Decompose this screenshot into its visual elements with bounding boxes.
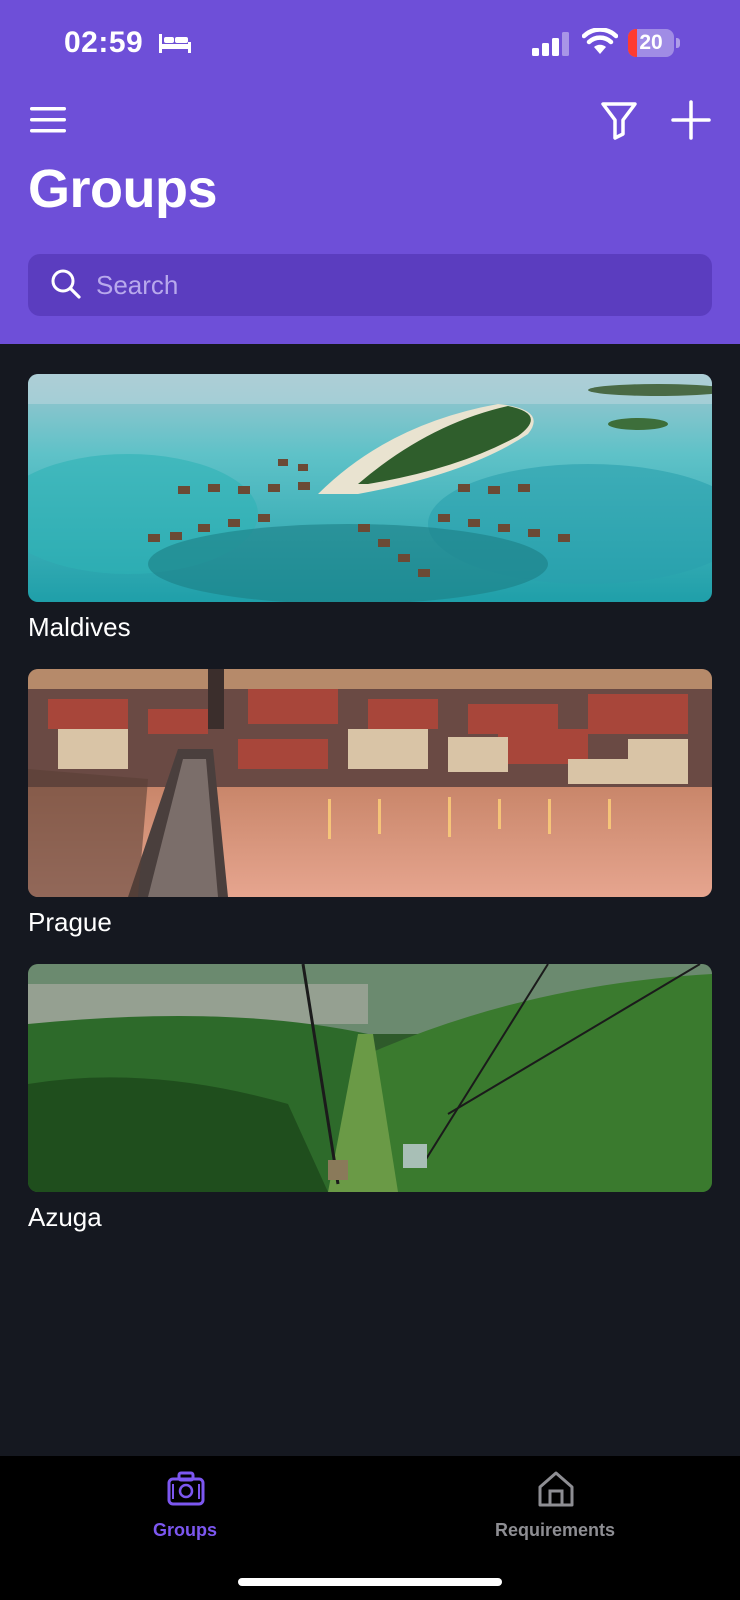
header: 02:59 20 Groups Search	[0, 0, 740, 344]
search-icon	[51, 269, 81, 299]
group-card-prague[interactable]: Prague	[28, 669, 712, 941]
wifi-icon	[582, 28, 618, 54]
group-card-maldives[interactable]: Maldives	[28, 374, 712, 646]
menu-icon[interactable]	[28, 100, 70, 140]
group-card-azuga[interactable]: Azuga	[28, 964, 712, 1236]
group-name: Azuga	[28, 1202, 102, 1232]
tab-requirements[interactable]: Requirements	[455, 1470, 655, 1560]
page-title: Groups	[28, 159, 218, 219]
group-image-prague	[28, 669, 712, 897]
add-icon[interactable]	[670, 98, 712, 142]
signal-icon	[532, 32, 569, 56]
group-image-azuga	[28, 964, 712, 1192]
status-time: 02:59	[64, 26, 144, 59]
filter-icon[interactable]	[598, 98, 640, 142]
group-name: Maldives	[28, 612, 131, 642]
tab-groups[interactable]: Groups	[85, 1470, 285, 1560]
home-indicator	[238, 1578, 502, 1586]
status-bar: 02:59 20	[0, 0, 740, 88]
suitcase-icon	[167, 1471, 205, 1506]
home-icon	[538, 1471, 574, 1507]
battery-icon: 20	[628, 29, 680, 57]
tab-label: Requirements	[494, 1520, 616, 1540]
tab-label: Groups	[152, 1520, 217, 1540]
group-image-maldives	[28, 374, 712, 602]
search-bar[interactable]	[28, 254, 712, 316]
battery-level: 20	[639, 31, 663, 54]
group-name: Prague	[28, 907, 112, 937]
search-input[interactable]	[96, 254, 696, 316]
bed-icon	[159, 34, 191, 53]
